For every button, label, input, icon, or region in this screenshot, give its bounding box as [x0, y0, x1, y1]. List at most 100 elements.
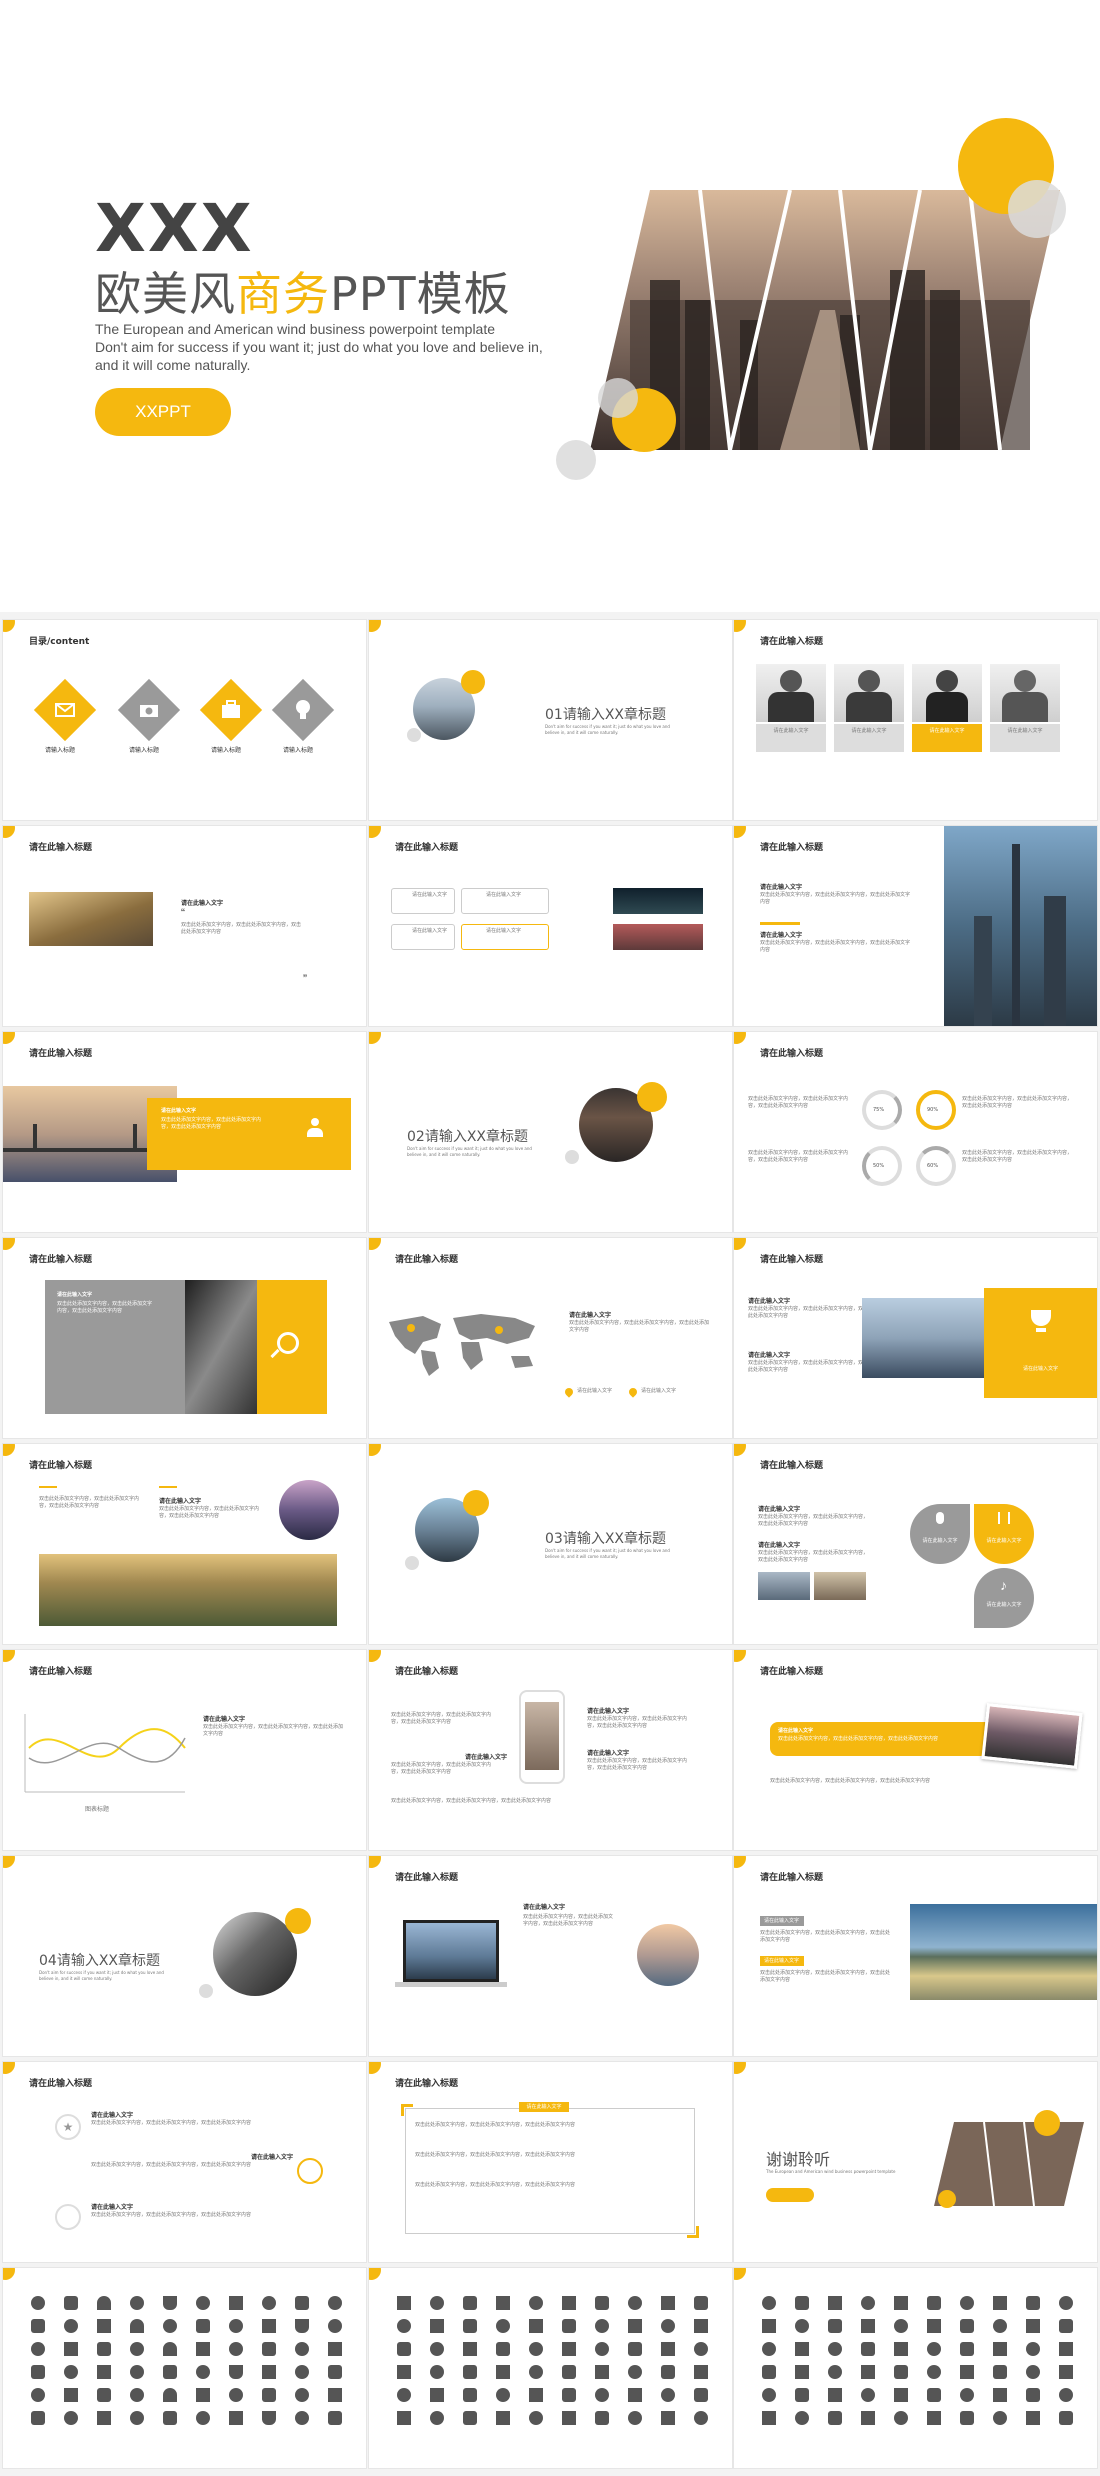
ui-icon	[992, 2296, 1007, 2310]
frame-label: 请在此输入文字	[519, 2102, 569, 2112]
chapter-title: 03请输入XX章标题	[545, 1531, 666, 1547]
ui-icon	[1025, 2296, 1040, 2310]
toc-item-4[interactable]: 请输入标题	[283, 745, 313, 754]
food-icon	[195, 2296, 210, 2310]
business-icon	[462, 2411, 477, 2425]
ui-icon	[827, 2388, 842, 2402]
ui-icon	[761, 2388, 776, 2402]
chart-text-body: 双击此处添加文字内容，双击此处添加文字内容，双击此处添加文字内容	[203, 1724, 344, 1737]
percent-text-4: 双击此处添加文字内容，双击此处添加文字内容，双击此处添加文字内容	[962, 1150, 1073, 1163]
food-icon	[327, 2342, 342, 2356]
corner-dot	[3, 1856, 15, 1868]
trophy-text-body-1: 双击此处添加文字内容，双击此处添加文字内容，双击此处添加文字内容	[748, 1306, 869, 1319]
trophy-box: 请在此输入文字	[984, 1288, 1097, 1398]
ui-icon	[959, 2296, 974, 2310]
food-icon	[162, 2388, 177, 2402]
ui-icon	[860, 2296, 875, 2310]
cover-subtitle-line1: The European and American wind business …	[95, 321, 496, 337]
business-icon	[660, 2342, 675, 2356]
food-icon	[30, 2342, 45, 2356]
ui-icon	[926, 2296, 941, 2310]
chart-text-heading: 请在此输入文字	[203, 1716, 246, 1723]
laptop-text-heading: 请在此输入文字	[523, 1904, 566, 1911]
food-icon	[63, 2365, 78, 2379]
thanks-button[interactable]	[766, 2188, 814, 2202]
business-icon	[627, 2319, 642, 2333]
business-icon	[528, 2365, 543, 2379]
team-caption-2: 请在此输入文字	[834, 724, 904, 752]
percent-text-1: 双击此处添加文字内容，双击此处添加文字内容，双击此处添加文字内容	[748, 1096, 849, 1109]
food-icon	[96, 2319, 111, 2333]
ui-icon	[992, 2388, 1007, 2402]
thanks-photo	[934, 2122, 1084, 2206]
cover-circle-gray-top	[1008, 180, 1066, 238]
business-icon	[462, 2296, 477, 2310]
icon-grid	[387, 2296, 717, 2425]
ui-icon	[926, 2342, 941, 2356]
corner-dot	[734, 620, 746, 632]
team-photo-4	[990, 664, 1060, 722]
music-note-icon: ♪	[1000, 1577, 1007, 1593]
toc-item-1[interactable]: 请输入标题	[45, 745, 75, 754]
phone-frame	[519, 1690, 565, 1784]
business-icon	[462, 2365, 477, 2379]
timeline-text-3: 双击此处添加文字内容，双击此处添加文字内容，双击此处添加文字内容	[91, 2212, 252, 2218]
business-icon	[660, 2365, 675, 2379]
business-icon	[462, 2319, 477, 2333]
toc-item-3[interactable]: 请输入标题	[211, 745, 241, 754]
ui-icon	[959, 2319, 974, 2333]
ui-icon	[794, 2411, 809, 2425]
corner-dot	[3, 1238, 15, 1250]
petal-text-heading-1: 请在此输入文字	[758, 1506, 801, 1513]
food-icon	[327, 2388, 342, 2402]
corner-dot	[369, 826, 381, 838]
business-icon	[627, 2411, 642, 2425]
food-icon	[30, 2388, 45, 2402]
business-icon	[396, 2411, 411, 2425]
food-icon	[261, 2296, 276, 2310]
building-photo	[185, 1280, 257, 1414]
accent-bar	[159, 1486, 177, 1488]
toc-diamonds	[33, 678, 335, 742]
ui-icon	[761, 2342, 776, 2356]
petal-photo-1	[758, 1572, 810, 1600]
food-icon	[63, 2342, 78, 2356]
sea-text-1: 双击此处添加文字内容，双击此处添加文字内容，双击此处添加文字内容	[760, 1930, 891, 1943]
phone-text-right-heading-2: 请在此输入文字	[587, 1750, 630, 1757]
slide-phone: 请在此输入标题 双击此处添加文字内容，双击此处添加文字内容，双击此处添加文字内容…	[369, 1650, 732, 1850]
food-icon	[129, 2342, 144, 2356]
team-photo-3	[912, 664, 982, 722]
ui-icon	[827, 2319, 842, 2333]
chapter-dot-yellow	[463, 1490, 489, 1516]
food-icon	[129, 2319, 144, 2333]
ui-icon	[761, 2319, 776, 2333]
frame-corner-tl	[401, 2104, 413, 2116]
microphone-icon	[936, 1512, 944, 1524]
food-icon	[162, 2411, 177, 2425]
percent-value-1: 75%	[873, 1107, 885, 1113]
ui-icon	[1058, 2411, 1073, 2425]
landscape-text-1: 双击此处添加文字内容，双击此处添加文字内容，双击此处添加文字内容	[39, 1496, 140, 1509]
food-icon	[327, 2319, 342, 2333]
food-icon	[294, 2296, 309, 2310]
slide-chapter-4: 04请输入XX章标题 Don't aim for success if you …	[3, 1856, 366, 2056]
timeline-heading-1: 请在此输入文字	[91, 2112, 134, 2119]
ui-icon	[794, 2365, 809, 2379]
business-icon	[495, 2319, 510, 2333]
petal-text-body-1: 双击此处添加文字内容，双击此处添加文字内容，双击此处添加文字内容	[758, 1514, 869, 1527]
corner-dot	[369, 1032, 381, 1044]
ui-icon	[926, 2319, 941, 2333]
cover-button[interactable]: XXPPT	[95, 388, 231, 436]
team-caption-1: 请在此输入文字	[756, 724, 826, 752]
accent-bar	[39, 1486, 57, 1488]
slide-frame-text: 请在此输入标题 请在此输入文字 双击此处添加文字内容，双击此处添加文字内容，双击…	[369, 2062, 732, 2262]
ui-icon	[959, 2365, 974, 2379]
toc-item-2[interactable]: 请输入标题	[129, 745, 159, 754]
slide-quote: 请在此输入标题 请在此输入文字 “ 双击此处添加文字内容，双击此处添加文字内容，…	[3, 826, 366, 1026]
chapter-title: 02请输入XX章标题	[407, 1129, 528, 1145]
business-icon	[495, 2296, 510, 2310]
timeline-heading-2: 请在此输入文字	[251, 2154, 294, 2161]
food-icon	[228, 2365, 243, 2379]
ui-icon	[893, 2342, 908, 2356]
sea-text-2: 双击此处添加文字内容，双击此处添加文字内容，双击此处添加文字内容	[760, 1970, 891, 1983]
